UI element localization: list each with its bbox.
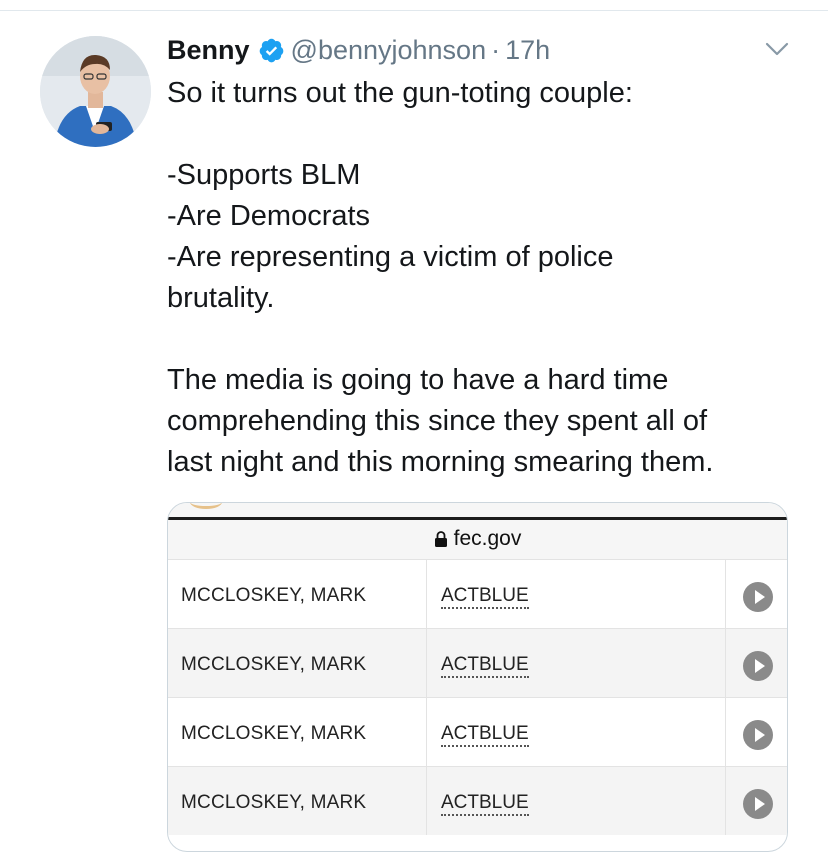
browser-top-divider [168,517,787,520]
play-icon [743,720,773,750]
tweet-text-line: brutality. [167,282,275,314]
contributor-name: MCCLOSKEY, MARK [181,654,367,675]
column-divider [426,767,427,835]
committee-label: ACTBLUE [441,792,529,816]
avatar[interactable] [40,36,151,147]
chevron-down-icon[interactable] [762,37,792,61]
contributor-name: MCCLOSKEY, MARK [181,792,367,813]
contributions-table: MCCLOSKEY, MARK ACTBLUE MCCLOSKEY, MARK … [168,559,787,835]
timestamp[interactable]: 17h [505,30,550,70]
user-handle[interactable]: @bennyjohnson [291,30,487,70]
column-divider [426,560,427,628]
tweet-text-gap [167,319,797,360]
play-icon [743,582,773,612]
column-divider [725,767,726,835]
table-row: MCCLOSKEY, MARK ACTBLUE [168,697,787,766]
display-name[interactable]: Benny [167,30,250,70]
table-row: MCCLOSKEY, MARK ACTBLUE [168,628,787,697]
tweet-text-line: comprehending this since they spent all … [167,405,708,437]
table-row: MCCLOSKEY, MARK ACTBLUE [168,766,787,835]
tweet-header: Benny @bennyjohnson · 17h [167,30,797,70]
table-row: MCCLOSKEY, MARK ACTBLUE [168,559,787,628]
play-icon [743,789,773,819]
tweet-text-gap [167,114,797,155]
avatar-photo [40,36,151,147]
browser-address-bar: fec.gov [168,503,787,559]
column-divider [426,698,427,766]
url-display: fec.gov [168,521,787,557]
lock-icon [434,531,447,547]
play-icon [743,651,773,681]
tweet-text-line: -Supports BLM [167,159,361,191]
tweet[interactable]: Benny @bennyjohnson · 17h So it turns ou… [0,0,828,867]
decorative-shape [190,503,222,509]
tweet-text-line: -Are Democrats [167,200,371,232]
verified-badge-icon [259,38,283,62]
tweet-text-line: So it turns out the gun-toting couple: [167,77,633,109]
column-divider [426,629,427,697]
committee-label: ACTBLUE [441,723,529,747]
contributor-name: MCCLOSKEY, MARK [181,723,367,744]
separator-dot: · [491,35,501,65]
column-divider [725,560,726,628]
column-divider [725,629,726,697]
url-text: fec.gov [453,527,522,550]
column-divider [725,698,726,766]
tweet-content: Benny @bennyjohnson · 17h So it turns ou… [167,30,797,483]
tweet-text-line: -Are representing a victim of police [167,241,614,273]
committee-link: ACTBLUE [441,629,529,698]
tweet-text-line: The media is going to have a hard time [167,364,669,396]
committee-label: ACTBLUE [441,585,529,609]
committee-link: ACTBLUE [441,698,529,767]
attached-image[interactable]: fec.gov MCCLOSKEY, MARK ACTBLUE MCCLOSKE… [167,502,788,852]
contributor-name: MCCLOSKEY, MARK [181,585,367,606]
tweet-text: So it turns out the gun-toting couple: -… [167,73,797,483]
tweet-text-line: last night and this morning smearing the… [167,446,714,478]
committee-link: ACTBLUE [441,767,529,836]
committee-label: ACTBLUE [441,654,529,678]
committee-link: ACTBLUE [441,560,529,629]
